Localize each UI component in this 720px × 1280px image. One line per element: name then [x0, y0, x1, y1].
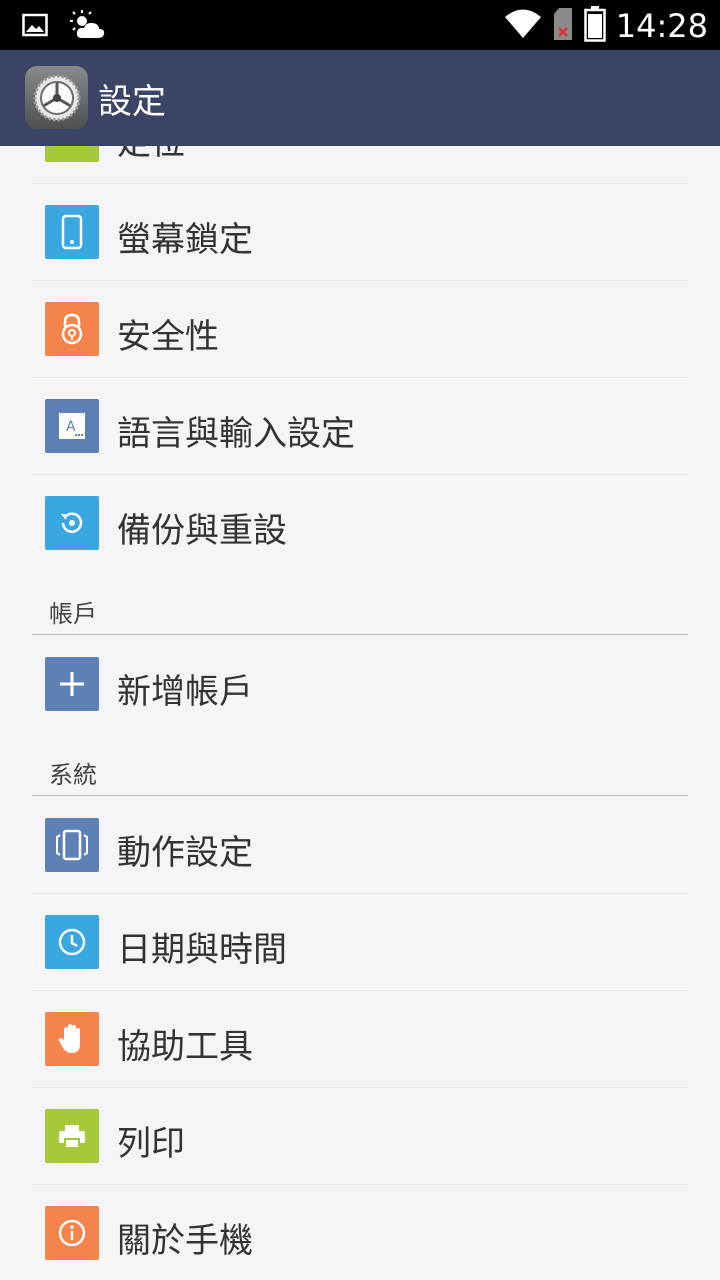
list-item-label: 協助工具	[117, 1027, 253, 1067]
list-item-label: 新增帳戶	[117, 672, 253, 712]
padlock-icon	[45, 302, 99, 356]
clock-time: 14:28	[615, 7, 708, 45]
svg-text:A: A	[66, 419, 76, 435]
settings-list[interactable]: 定位 螢幕鎖定 安全性 A 語言與輸入設定 備份與重設 帳戶 新	[0, 146, 720, 1280]
list-item-label: 關於手機	[117, 1221, 253, 1261]
section-header-system: 系統	[32, 734, 688, 796]
weather-icon	[70, 10, 106, 44]
list-item-label: 語言與輸入設定	[117, 414, 355, 454]
printer-icon	[45, 1109, 99, 1163]
app-bar: 設定	[0, 50, 720, 146]
list-item-language-input[interactable]: A 語言與輸入設定	[32, 378, 688, 475]
list-item-accessibility[interactable]: 協助工具	[32, 991, 688, 1088]
list-item-date-time[interactable]: 日期與時間	[32, 894, 688, 991]
language-icon: A	[45, 399, 99, 453]
clock-icon	[45, 915, 99, 969]
list-item-motion-settings[interactable]: 動作設定	[32, 797, 688, 894]
list-item-label: 備份與重設	[117, 511, 287, 551]
page-title: 設定	[98, 82, 166, 122]
list-item-screen-lock[interactable]: 螢幕鎖定	[32, 184, 688, 281]
status-bar: 14:28	[0, 0, 720, 50]
list-item-label: 螢幕鎖定	[117, 220, 253, 260]
sim-icon	[552, 7, 574, 45]
image-icon	[22, 13, 48, 41]
section-header-accounts: 帳戶	[32, 573, 688, 635]
list-item-label: 定位	[117, 146, 185, 164]
wifi-icon	[504, 8, 542, 44]
plus-icon	[45, 657, 99, 711]
section-title: 帳戶	[49, 600, 97, 628]
list-item-add-account[interactable]: 新增帳戶	[32, 636, 688, 733]
list-item-label: 安全性	[117, 317, 219, 357]
list-item-about-phone[interactable]: 關於手機	[32, 1185, 688, 1280]
location-icon	[45, 146, 99, 162]
battery-icon	[584, 6, 606, 46]
hand-icon	[45, 1012, 99, 1066]
info-icon	[45, 1206, 99, 1260]
backup-restore-icon	[45, 496, 99, 550]
list-item-label: 列印	[117, 1124, 185, 1164]
list-item-printing[interactable]: 列印	[32, 1088, 688, 1185]
list-item-security[interactable]: 安全性	[32, 281, 688, 378]
list-item-backup-reset[interactable]: 備份與重設	[32, 475, 688, 572]
list-item-location[interactable]: 定位	[32, 146, 688, 184]
list-item-label: 日期與時間	[117, 930, 287, 970]
phone-lock-icon	[45, 205, 99, 259]
section-title: 系統	[49, 761, 97, 789]
list-item-label: 動作設定	[117, 833, 253, 873]
settings-gear-icon[interactable]	[25, 66, 88, 129]
motion-icon	[45, 818, 99, 872]
